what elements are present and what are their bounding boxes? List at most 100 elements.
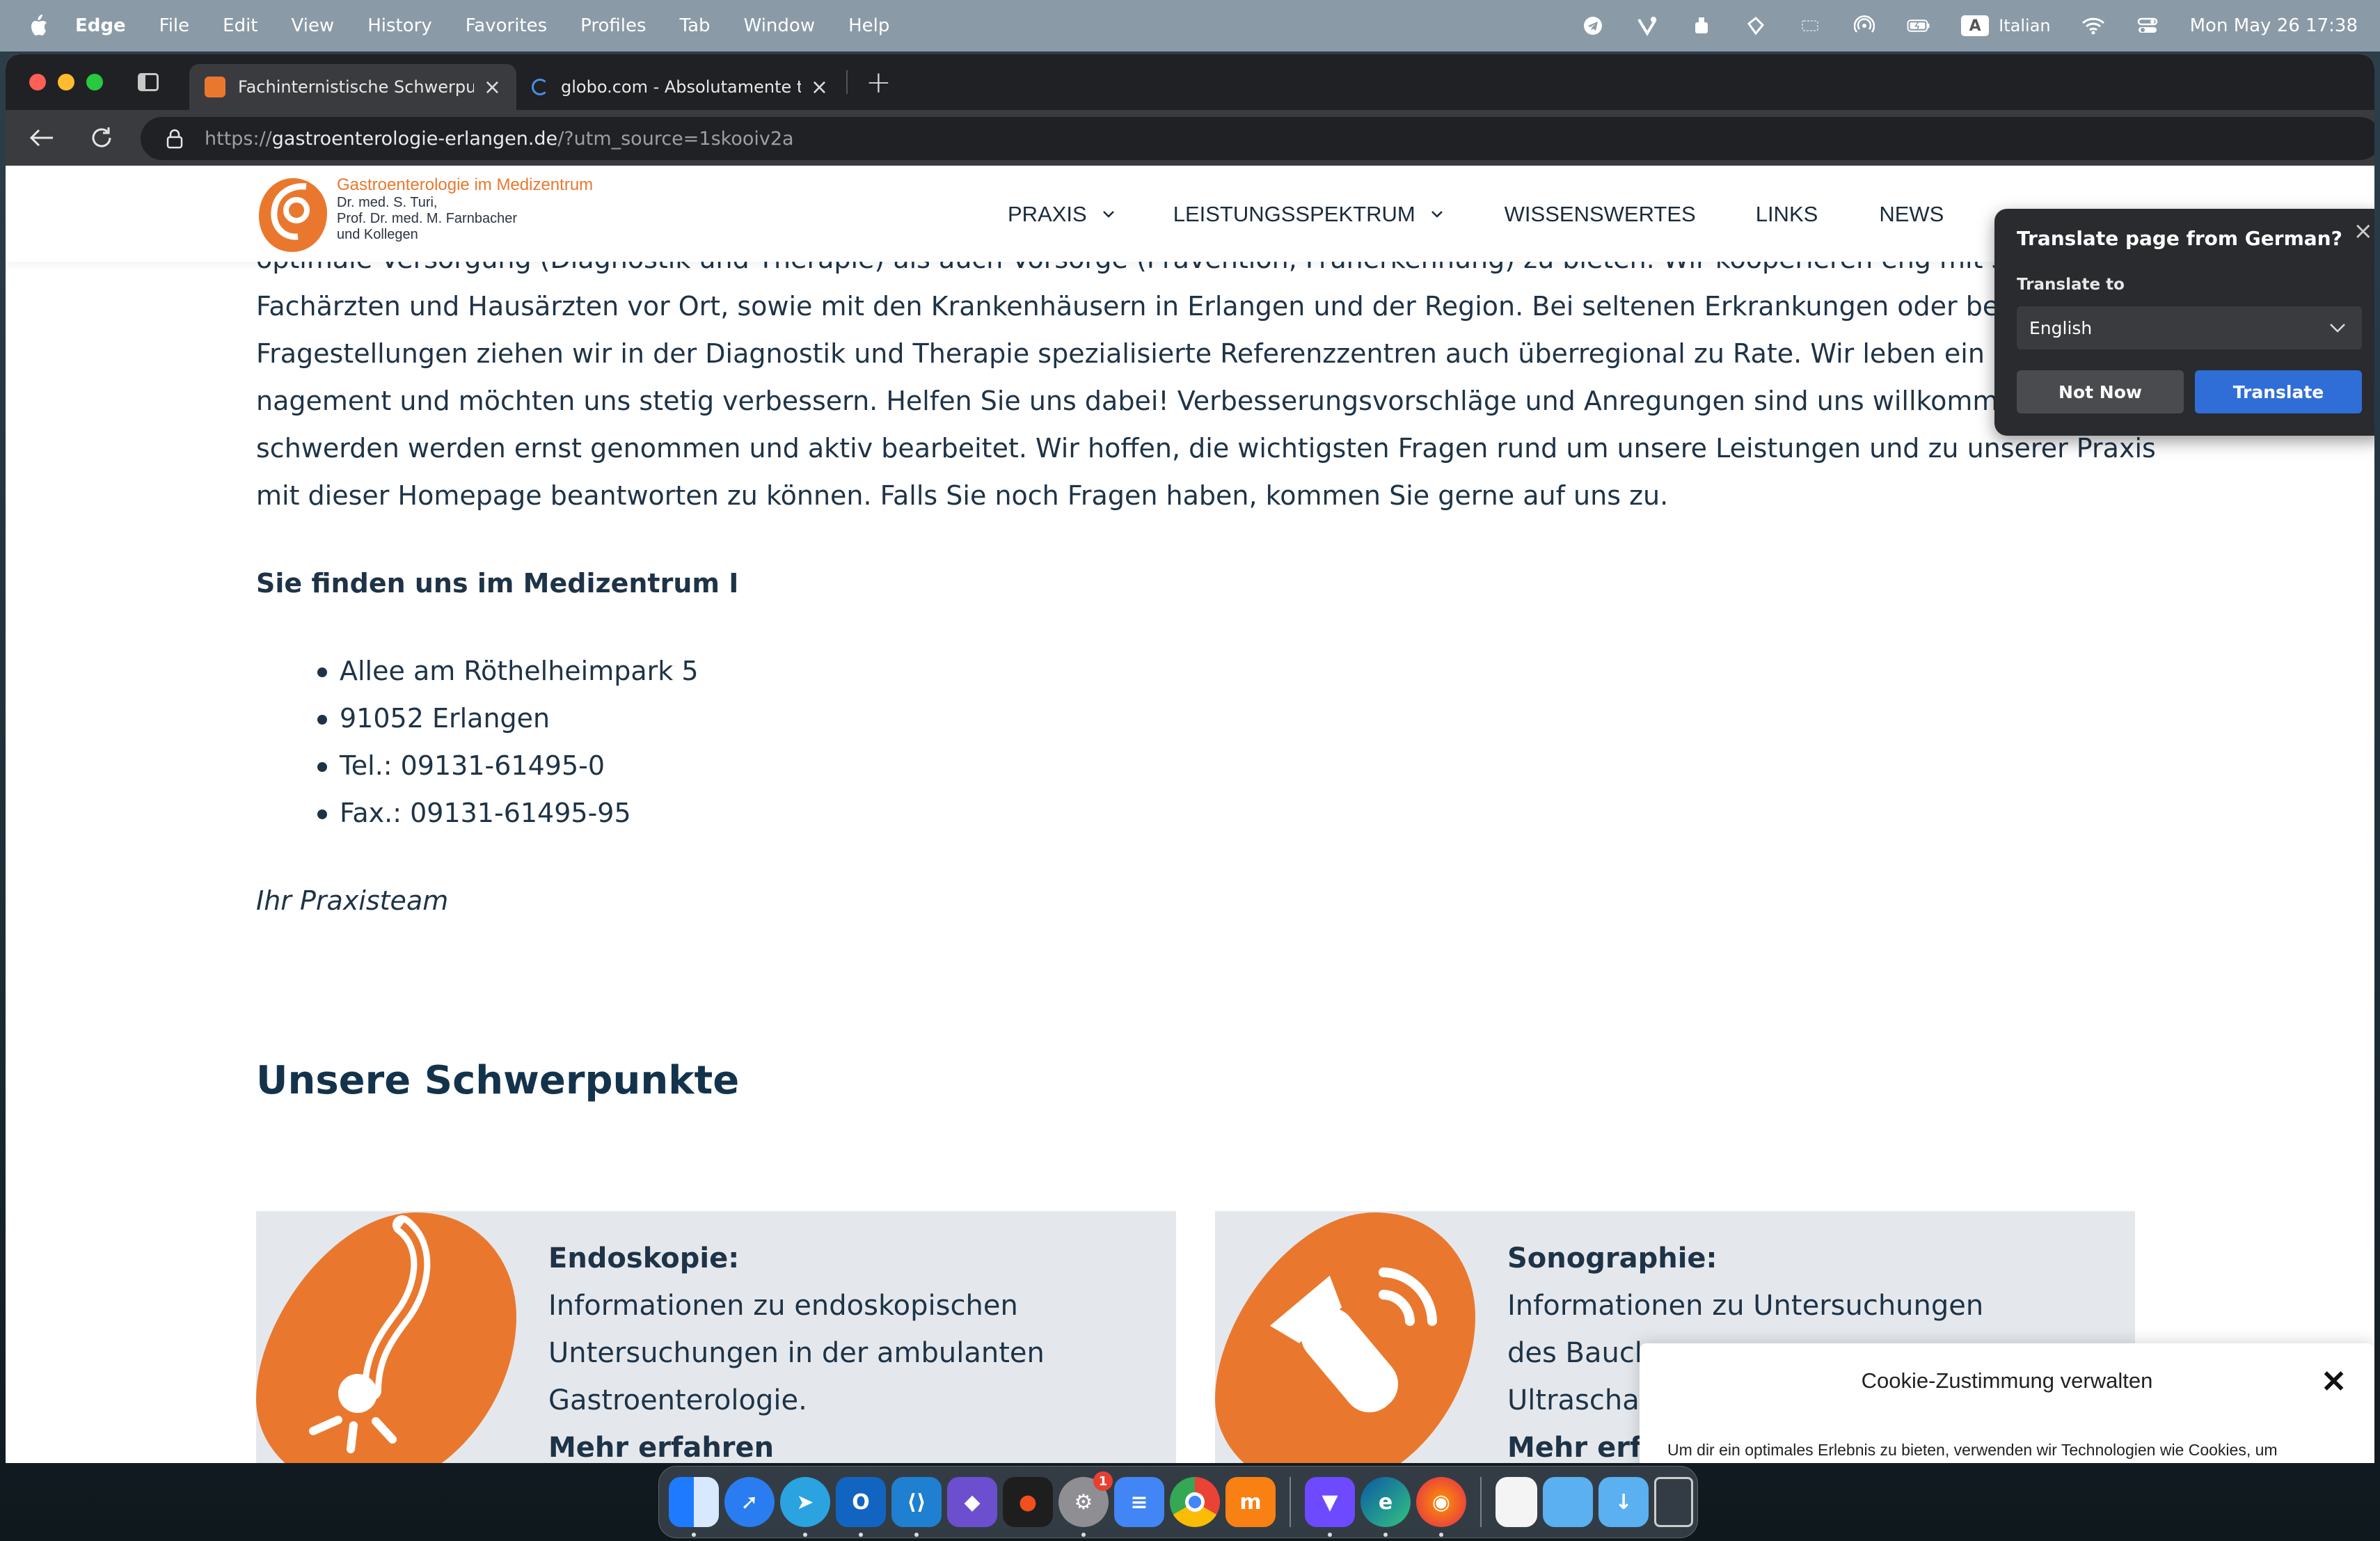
proton-vpn-icon[interactable]: ▼ [1305,1477,1355,1537]
system-settings-icon[interactable]: ⚙ 1 [1058,1471,1113,1537]
vscode-icon[interactable]: ⟨⟩ [891,1477,942,1537]
logo-subtitle-3: und Kollegen [337,226,418,242]
nav-links[interactable]: LINKS [1756,202,1818,227]
firefox-icon[interactable]: ◉ [1416,1477,1466,1537]
nav-news-label: NEWS [1879,202,1944,226]
cookie-close-icon[interactable]: ✕ [2321,1364,2347,1400]
translate-button[interactable]: Translate [2195,370,2362,413]
display-status-icon[interactable] [1798,15,1822,36]
address-list: Allee am Röthelheimpark 5 91052 Erlangen… [317,647,2149,837]
running-indicator [914,1533,919,1537]
zoom-window-button[interactable] [86,74,103,90]
moodle-icon[interactable]: m [1225,1477,1276,1527]
tab-actions-icon[interactable] [138,73,159,91]
nav-news[interactable]: NEWS [1879,202,1944,227]
macos-dock: ➚ ➤ O ⟨⟩ ◆ ● ⚙ 1 ≡ m ▼ e ◉ ↓ [658,1466,1698,1538]
address-phone[interactable]: Tel.: 09131-61495-0 [317,742,2149,789]
trash-icon[interactable] [1654,1477,1693,1527]
url-scheme: https:// [205,127,272,150]
menu-app-name[interactable]: Edge [75,15,126,36]
menu-tab[interactable]: Tab [680,15,711,36]
tab-inactive[interactable]: globo.com - Absolutamente tudo × [516,64,843,110]
close-tab-icon[interactable]: × [811,75,828,100]
telegram-status-icon[interactable] [1581,15,1605,36]
minimize-window-button[interactable] [58,74,74,90]
card-desc-line: Gastroenterologie. [548,1384,807,1416]
card-more-link[interactable]: Mehr erfahren [548,1424,1045,1463]
macos-menubar: Edge File Edit View History Favorites Pr… [0,0,2380,52]
nav-leistungsspektrum[interactable]: LEISTUNGSSPEKTRUM [1173,202,1443,227]
running-indicator [1081,1533,1086,1537]
site-logo[interactable]: Gastroenterologie im Medizentrum Dr. med… [255,175,593,255]
card-title: Endoskopie: [548,1242,740,1274]
edge-icon[interactable]: e [1360,1477,1411,1537]
nav-leistungsspektrum-label: LEISTUNGSSPEKTRUM [1173,202,1415,226]
cookie-consent-dialog: Cookie-Zustimmung verwalten ✕ Um dir ein… [1640,1343,2374,1463]
menu-edit[interactable]: Edit [223,15,257,36]
logo-title: Gastroenterologie im Medizentrum [337,175,594,194]
close-window-button[interactable] [29,74,46,90]
site-favicon-icon [205,77,225,97]
logo-subtitle-2: Prof. Dr. med. M. Farnbacher [337,210,517,226]
google-docs-icon[interactable]: ≡ [1114,1477,1164,1527]
nav-praxis[interactable]: PRAXIS [1008,202,1115,227]
chrome-icon[interactable] [1170,1477,1220,1527]
back-button[interactable] [26,123,57,153]
safari-icon[interactable]: ➚ [724,1477,775,1527]
card-desc-line: Informationen zu Untersuchungen [1507,1290,1984,1322]
not-now-button[interactable]: Not Now [2017,370,2184,413]
card-endoskopie[interactable]: Endoskopie: Informationen zu endoskopisc… [256,1211,1176,1463]
reload-button[interactable] [86,123,117,153]
tab-active[interactable]: Fachinternistische Schwerpunkte × [189,64,516,110]
url-host: gastroenterologie-erlangen.de [271,127,558,150]
chevron-down-icon [1431,211,1443,218]
menu-file[interactable]: File [159,15,190,36]
battery-icon[interactable] [1907,15,1930,36]
main-navigation: PRAXIS LEISTUNGSSPEKTRUM WISSENSWERTES L… [1008,202,1944,227]
cleaner-status-icon[interactable] [1690,15,1713,36]
address-fax: Fax.: 09131-61495-95 [317,789,2149,837]
intro-line: nagement und möchten uns stetig verbesse… [256,386,2093,416]
finder-icon[interactable] [669,1477,719,1537]
new-tab-button[interactable]: + [866,65,891,100]
site-info-lock-icon[interactable] [166,128,184,149]
dock-separator [1290,1477,1291,1527]
telegram-icon[interactable]: ➤ [780,1477,830,1537]
section-title: Unsere Schwerpunkte [256,1058,740,1103]
figma-icon[interactable]: ● [1003,1477,1053,1527]
translate-close-icon[interactable]: × [2354,217,2374,245]
menu-favorites[interactable]: Favorites [466,15,547,36]
document-file-icon[interactable] [1496,1477,1537,1527]
menubar-clock[interactable]: Mon May 26 17:38 [2190,15,2358,36]
airdrop-status-icon[interactable] [1853,15,1876,36]
tab-title: globo.com - Absolutamente tudo [561,77,801,97]
input-language-menu[interactable]: A Italian [1961,15,2051,36]
clipboard-status-icon[interactable] [1744,15,1768,36]
nav-wissenswertes[interactable]: WISSENSWERTES [1505,202,1696,227]
menu-profiles[interactable]: Profiles [580,15,646,36]
close-tab-icon[interactable]: × [484,75,501,100]
obsidian-icon[interactable]: ◆ [947,1477,997,1527]
vpn-status-icon[interactable] [1635,15,1659,36]
input-source-icon: A [1961,15,1990,36]
apple-logo-icon[interactable] [28,14,49,38]
wifi-icon[interactable] [2081,15,2105,36]
window-controls [29,74,103,90]
dock-separator [1480,1477,1482,1527]
running-indicator [692,1533,696,1537]
logo-subtitle-1: Dr. med. S. Turi, [337,194,438,210]
control-center-icon[interactable] [2136,15,2159,36]
downloads-folder-icon[interactable]: ↓ [1598,1477,1649,1527]
outlook-icon[interactable]: O [836,1477,886,1537]
status-area: A Italian Mon May 26 17:38 [1581,0,2358,52]
url-field[interactable]: https://gastroenterologie-erlangen.de/?u… [141,117,2374,160]
intro-line: Fachärzten und Hausärzten vor Ort, sowie… [256,291,2029,322]
nav-wissenswertes-label: WISSENSWERTES [1504,202,1696,226]
translate-language-select[interactable]: English [2017,306,2362,349]
menu-window[interactable]: Window [744,15,816,36]
menu-history[interactable]: History [367,15,432,36]
menu-help[interactable]: Help [848,15,889,36]
menu-view[interactable]: View [292,15,335,36]
nav-praxis-label: PRAXIS [1008,202,1087,226]
folder-icon[interactable] [1543,1477,1593,1527]
